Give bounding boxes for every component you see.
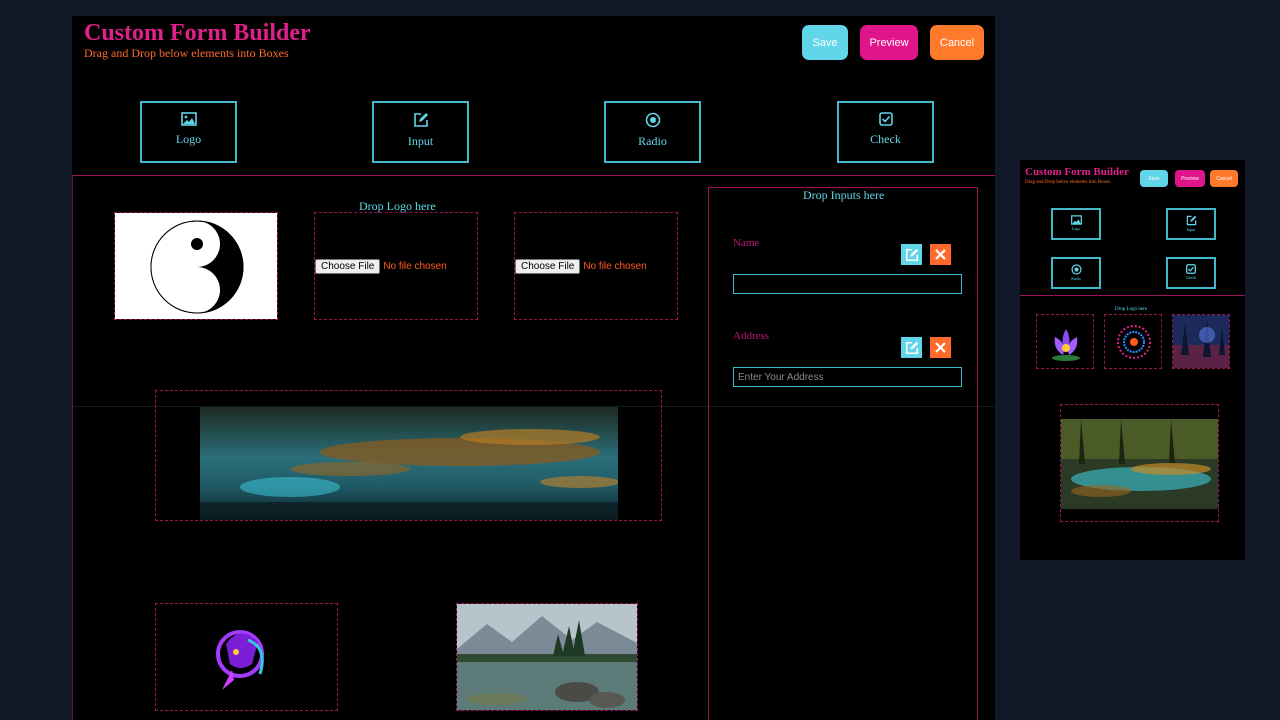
lotus-image bbox=[1037, 315, 1093, 368]
page-title: Custom Form Builder bbox=[84, 20, 311, 46]
edit-icon bbox=[905, 341, 918, 354]
mobile-preview: Custom Form Builder Drag and Drop below … bbox=[1020, 160, 1245, 560]
preview-divider bbox=[1020, 295, 1245, 296]
forest-stream-image bbox=[1061, 419, 1218, 509]
preview-logo-caption: Drop Logo here bbox=[1115, 307, 1147, 312]
preview-preview-button[interactable]: Preview bbox=[1175, 170, 1205, 187]
canvas-border bbox=[72, 175, 73, 720]
preview-banner-zone bbox=[1060, 404, 1219, 522]
image-icon bbox=[180, 112, 197, 126]
choose-file-button[interactable]: Choose File bbox=[515, 259, 581, 274]
neon-figure-image bbox=[156, 604, 337, 710]
form-builder-app: Custom Form Builder Drag and Drop below … bbox=[72, 16, 995, 720]
preview-logo-zone-2 bbox=[1104, 314, 1162, 369]
banner-drop-zone[interactable] bbox=[155, 390, 662, 521]
image-drop-zone-1[interactable] bbox=[155, 603, 338, 711]
preview-tool-label: Logo bbox=[1071, 226, 1081, 231]
yin-yang-logo bbox=[115, 213, 277, 319]
preview-logo-zone-1 bbox=[1036, 314, 1094, 369]
radio-icon bbox=[645, 112, 660, 128]
choose-file-button[interactable]: Choose File bbox=[315, 259, 381, 274]
mountain-lake-image bbox=[457, 604, 637, 710]
edit-icon bbox=[413, 113, 428, 127]
file-status: No file chosen bbox=[583, 261, 647, 272]
edit-icon bbox=[905, 248, 918, 261]
tool-check[interactable]: Check bbox=[837, 101, 934, 163]
tool-input[interactable]: Input bbox=[372, 101, 469, 163]
edit-field-button[interactable] bbox=[901, 244, 922, 265]
preview-tool-logo[interactable]: Logo bbox=[1051, 208, 1101, 240]
mandala-image bbox=[1105, 315, 1161, 368]
logo-drop-zone-2[interactable]: Choose File No file chosen bbox=[314, 212, 478, 320]
preview-tool-radio[interactable]: Radio bbox=[1051, 257, 1101, 289]
cancel-button[interactable]: Cancel bbox=[930, 25, 984, 60]
preview-logo-zone-3 bbox=[1172, 314, 1230, 369]
remove-field-button[interactable] bbox=[930, 337, 951, 358]
tool-label: Radio bbox=[638, 134, 667, 148]
field-label-address: Address bbox=[733, 330, 770, 342]
file-status: No file chosen bbox=[383, 261, 447, 272]
preview-subtitle: Drag and Drop below elements into Boxes bbox=[1025, 180, 1111, 185]
edit-icon bbox=[1186, 215, 1196, 226]
preview-tool-label: Check bbox=[1185, 275, 1197, 280]
page-subtitle: Drag and Drop below elements into Boxes bbox=[84, 46, 289, 60]
section-divider bbox=[72, 175, 995, 176]
tool-label: Check bbox=[870, 132, 901, 146]
checkbox-icon bbox=[878, 112, 893, 126]
tool-label: Logo bbox=[175, 132, 202, 146]
preview-cancel-button[interactable]: Cancel bbox=[1210, 170, 1238, 187]
tool-radio[interactable]: Radio bbox=[604, 101, 701, 163]
preview-save-button[interactable]: Save bbox=[1140, 170, 1168, 187]
name-input[interactable] bbox=[733, 274, 962, 294]
address-input[interactable] bbox=[733, 367, 962, 387]
logo-drop-zone-3[interactable]: Choose File No file chosen bbox=[514, 212, 678, 320]
save-button[interactable]: Save bbox=[802, 25, 848, 60]
radio-icon bbox=[1070, 264, 1082, 275]
image-icon bbox=[1070, 215, 1082, 225]
file-picker: Choose File No file chosen bbox=[315, 259, 447, 274]
field-label-name: Name bbox=[733, 237, 760, 249]
checkbox-icon bbox=[1186, 264, 1196, 274]
tool-label: Input bbox=[407, 134, 434, 148]
logo-drop-zone-1[interactable] bbox=[114, 212, 278, 320]
preview-tool-input[interactable]: Input bbox=[1166, 208, 1216, 240]
image-drop-zone-2[interactable] bbox=[456, 603, 638, 711]
forest-image bbox=[1173, 315, 1229, 368]
preview-tool-check[interactable]: Check bbox=[1166, 257, 1216, 289]
river-banner-image bbox=[200, 407, 618, 520]
remove-field-button[interactable] bbox=[930, 244, 951, 265]
close-icon bbox=[935, 249, 946, 260]
tool-logo[interactable]: Logo bbox=[140, 101, 237, 163]
preview-button[interactable]: Preview bbox=[860, 25, 918, 60]
preview-tool-label: Input bbox=[1186, 227, 1196, 232]
preview-title: Custom Form Builder bbox=[1025, 166, 1129, 178]
close-icon bbox=[935, 342, 946, 353]
preview-tool-label: Radio bbox=[1071, 276, 1081, 281]
edit-field-button[interactable] bbox=[901, 337, 922, 358]
inputs-drop-zone[interactable]: Drop Inputs here Name Address bbox=[708, 187, 978, 720]
file-picker: Choose File No file chosen bbox=[515, 259, 647, 274]
inputs-drop-caption: Drop Inputs here bbox=[803, 188, 885, 202]
